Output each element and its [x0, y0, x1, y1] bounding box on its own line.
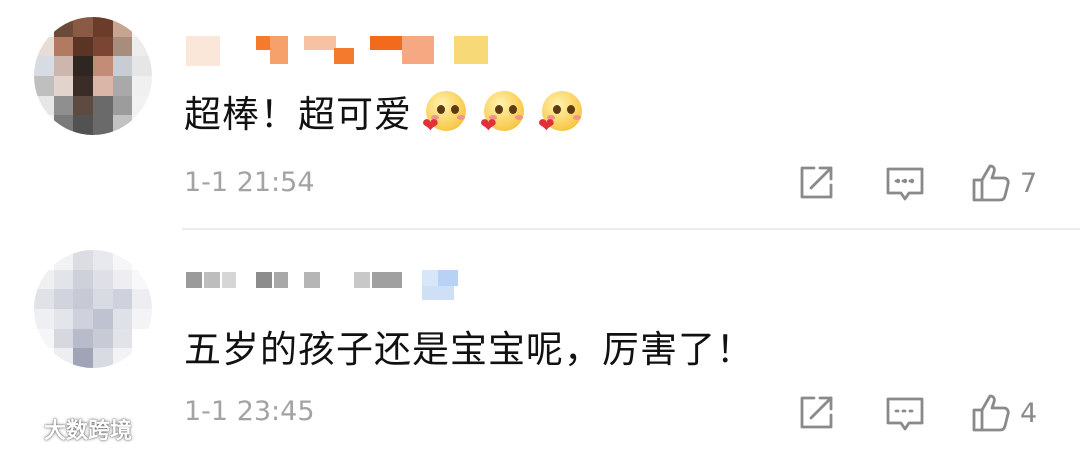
- comment-time: 23:45: [236, 396, 315, 427]
- reply-button[interactable]: [884, 392, 926, 434]
- watermark-text: 大数跨境: [44, 419, 133, 444]
- watermark: 大数跨境: [8, 413, 132, 445]
- share-icon: [800, 396, 833, 429]
- like-button[interactable]: 4: [970, 392, 1037, 434]
- comment-date: 1-1: [184, 396, 229, 427]
- comment-timestamp: 1-1 23:45: [184, 396, 315, 427]
- share-button[interactable]: [796, 392, 836, 434]
- thumbs-up-icon: [972, 394, 1010, 432]
- like-count: 4: [1020, 397, 1038, 429]
- reply-icon: [886, 397, 924, 431]
- comment-item: 五岁的孩子还是宝宝呢，厉害了！ 1-1 23:45 4: [0, 0, 1080, 432]
- avatar[interactable]: [34, 250, 152, 368]
- watermark-logo-icon: [10, 416, 36, 442]
- comment-text: 五岁的孩子还是宝宝呢，厉害了！: [184, 328, 754, 371]
- comment-divider: [182, 228, 1080, 230]
- avatar-pixelated: [34, 250, 152, 368]
